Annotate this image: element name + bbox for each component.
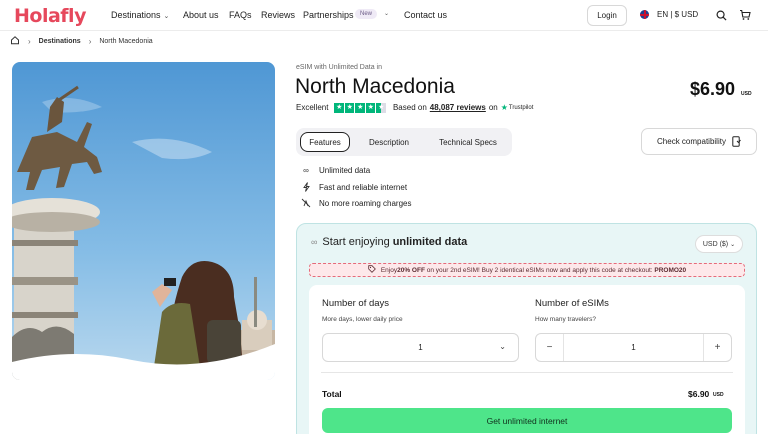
promo-text-2: on your 2nd eSIM! Buy 2 identical eSIMs …	[424, 266, 655, 274]
star-icon: ★	[344, 103, 355, 113]
nav-destinations-label: Destinations	[111, 10, 161, 20]
divider	[321, 372, 733, 373]
nav-reviews[interactable]: Reviews	[261, 10, 295, 20]
language-currency-selector[interactable]: EN | $ USD	[657, 10, 698, 19]
total-label: Total	[322, 389, 342, 399]
destination-hero-image	[12, 62, 275, 380]
tab-description[interactable]: Description	[358, 132, 420, 152]
product-price-currency: USD	[741, 91, 752, 97]
nav-partnerships[interactable]: Partnerships	[303, 10, 354, 20]
currency-select[interactable]: USD ($) ⌄	[695, 235, 743, 253]
nav-faqs[interactable]: FAQs	[229, 10, 252, 20]
feature-fast-internet: Fast and reliable internet	[300, 182, 407, 192]
star-icon: ★	[365, 103, 376, 113]
esims-label: Number of eSIMs	[535, 298, 609, 309]
feature-label: Fast and reliable internet	[319, 182, 408, 192]
promo-text-1: Enjoy	[380, 266, 398, 274]
star-icon: ★	[355, 103, 365, 113]
promo-banner: Enjoy 20% OFF on your 2nd eSIM! Buy 2 id…	[309, 263, 745, 277]
breadcrumb: › Destinations › North Macedonia	[10, 35, 153, 47]
trustpilot-logo[interactable]: ★ Trustpilot	[501, 103, 534, 112]
nav-destinations[interactable]: Destinations ⌄	[111, 10, 169, 20]
holafly-logo[interactable]: Holafly	[14, 5, 86, 27]
product-tabs: Features Description Technical Specs	[296, 128, 512, 156]
card-title: ∞ Start enjoying unlimited data	[311, 236, 467, 248]
breadcrumb-destinations[interactable]: Destinations	[39, 38, 81, 45]
esims-value: 1	[631, 343, 636, 352]
chevron-down-icon: ⌄	[499, 342, 506, 351]
site-header: Holafly Destinations ⌄ About us FAQs Revi…	[0, 0, 768, 31]
order-form: Number of days More days, lower daily pr…	[309, 285, 745, 434]
promo-discount: 20% OFF	[397, 266, 425, 274]
feature-no-roaming: No more roaming charges	[300, 198, 411, 208]
breadcrumb-separator-icon: ›	[28, 36, 31, 46]
days-label: Number of days	[322, 298, 390, 309]
trustpilot-rating: Excellent ★ ★ ★ ★ ★ Based on 48,087 revi…	[296, 103, 533, 113]
rating-on: on	[488, 103, 498, 113]
infinity-icon: ∞	[303, 165, 309, 175]
breadcrumb-separator-icon: ›	[88, 36, 92, 46]
nav-about-us[interactable]: About us	[183, 10, 219, 20]
nav-partnerships-label: Partnerships	[303, 10, 354, 20]
rating-word: Excellent	[296, 103, 329, 113]
half-star-icon: ★	[376, 103, 386, 113]
product-eyebrow: eSIM with Unlimited Data in	[296, 64, 382, 71]
card-title-prefix: Start enjoying	[322, 236, 390, 248]
tab-features[interactable]: Features	[300, 132, 350, 152]
phone-check-icon	[732, 136, 741, 147]
new-badge: New	[355, 9, 378, 19]
cart-icon[interactable]	[738, 8, 752, 22]
chevron-down-icon: ⌄	[730, 241, 736, 248]
tag-icon	[368, 265, 376, 275]
uk-flag-icon	[640, 10, 649, 19]
total-currency: USD	[713, 392, 724, 398]
rating-based-on: Based on	[392, 103, 427, 113]
check-compatibility-label: Check compatibility	[657, 137, 726, 146]
check-compatibility-button[interactable]: Check compatibility	[641, 128, 757, 155]
lightning-icon	[300, 182, 312, 192]
promo-code: PROMO20	[654, 266, 687, 274]
total-value: $6.90	[688, 389, 710, 399]
purchase-card: ∞ Start enjoying unlimited data USD ($) …	[296, 223, 757, 434]
days-select[interactable]: 1 ⌄	[322, 333, 519, 362]
search-icon[interactable]	[714, 8, 728, 22]
trustpilot-label: Trustpilot	[508, 104, 534, 111]
feature-unlimited-data: ∞ Unlimited data	[300, 165, 370, 175]
reviews-link[interactable]: 48,087 reviews	[430, 103, 486, 112]
days-sublabel: More days, lower daily price	[322, 316, 403, 323]
esims-sublabel: How many travelers?	[535, 316, 597, 323]
trustpilot-star-icon: ★	[500, 103, 508, 113]
product-price: $6.90	[690, 79, 736, 99]
no-signal-icon	[300, 198, 312, 208]
page-title: North Macedonia	[295, 75, 455, 98]
star-icon: ★	[334, 103, 344, 113]
breadcrumb-current: North Macedonia	[99, 37, 153, 45]
currency-select-value: USD ($)	[702, 240, 729, 248]
days-select-value: 1	[418, 343, 423, 352]
home-icon[interactable]	[10, 35, 20, 47]
esims-quantity-stepper: − 1 +	[535, 333, 732, 362]
infinity-icon: ∞	[311, 237, 318, 247]
rating-stars: ★ ★ ★ ★ ★	[334, 103, 387, 113]
feature-label: Unlimited data	[319, 165, 371, 175]
chevron-down-icon: ⌄	[163, 13, 170, 20]
card-title-bold: unlimited data	[392, 236, 468, 248]
get-unlimited-internet-button[interactable]: Get unlimited internet	[322, 408, 732, 433]
nav-contact-us[interactable]: Contact us	[404, 10, 447, 20]
feature-label: No more roaming charges	[319, 198, 412, 208]
chevron-down-icon: ⌄	[384, 11, 390, 17]
tab-technical-specs[interactable]: Technical Specs	[428, 132, 508, 152]
login-button[interactable]: Login	[587, 5, 627, 26]
increase-button[interactable]: +	[703, 334, 731, 361]
